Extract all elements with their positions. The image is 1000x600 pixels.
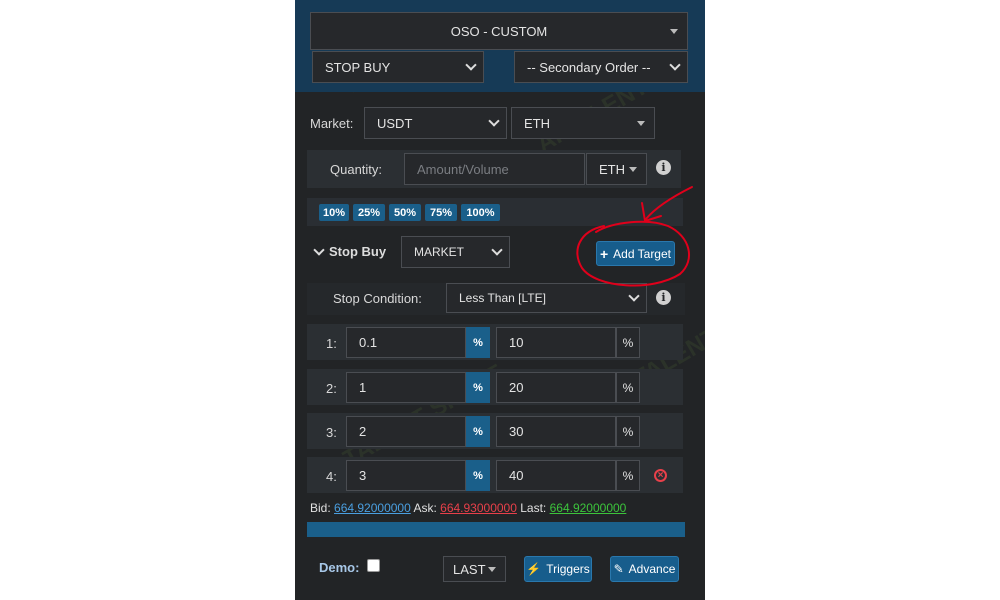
market-base-select[interactable]: USDT	[364, 107, 507, 139]
target-unit-button[interactable]: %	[466, 327, 490, 358]
demo-label: Demo:	[319, 560, 360, 575]
edit-icon: ✎	[613, 562, 624, 576]
bid-price-link[interactable]: 664.92000000	[334, 501, 411, 515]
target-value-input[interactable]: 0.1	[346, 327, 466, 358]
chevron-down-icon	[491, 244, 503, 256]
target-index: 3:	[326, 425, 337, 440]
progress-bar	[307, 522, 685, 537]
chevron-down-icon	[313, 243, 325, 256]
last-price-link[interactable]: 664.92000000	[550, 501, 627, 515]
order-type-value: OSO - CUSTOM	[450, 23, 548, 39]
target-value-input[interactable]: 3	[346, 460, 466, 491]
caret-down-icon	[488, 567, 496, 572]
market-quote-select[interactable]: ETH	[511, 107, 655, 139]
target-amount-input[interactable]: 20	[496, 372, 616, 403]
stop-buy-title: Stop Buy	[329, 244, 387, 259]
target-value-input[interactable]: 2	[346, 416, 466, 447]
market-label: Market:	[310, 116, 354, 131]
target-value-input[interactable]: 1	[346, 372, 466, 403]
advance-label: Advance	[628, 562, 676, 576]
stop-condition-label: Stop Condition:	[333, 291, 422, 306]
caret-down-icon	[629, 167, 637, 172]
quantity-unit-value: ETH	[599, 161, 625, 177]
primary-order-select[interactable]: STOP BUY	[312, 51, 484, 83]
stop-condition-select[interactable]: Less Than [LTE]	[446, 283, 647, 313]
quantity-unit-dropdown[interactable]: ETH	[586, 153, 647, 185]
primary-order-value: STOP BUY	[325, 59, 391, 75]
target-amount-input[interactable]: 40	[496, 460, 616, 491]
triggers-button[interactable]: ⚡ Triggers	[524, 556, 592, 582]
price-source-dropdown[interactable]: LAST	[443, 556, 506, 582]
target-unit-button[interactable]: %	[466, 460, 490, 491]
target-index: 1:	[326, 336, 337, 351]
target-amount-unit: %	[616, 416, 640, 447]
percent-button-100[interactable]: 100%	[461, 204, 500, 221]
stop-buy-toggle[interactable]: Stop Buy	[313, 243, 387, 259]
target-amount-input[interactable]: 10	[496, 327, 616, 358]
ask-price-link[interactable]: 664.93000000	[440, 501, 517, 515]
ask-label: Ask:	[413, 501, 437, 515]
secondary-order-select[interactable]: -- Secondary Order --	[514, 51, 688, 83]
target-amount-input[interactable]: 30	[496, 416, 616, 447]
order-panel: AI TALENT SPACE AI TALENT SPACE AI TALEN…	[295, 0, 705, 600]
quantity-label: Quantity:	[330, 162, 383, 177]
stop-type-value: MARKET	[414, 245, 465, 259]
bid-label: Bid:	[310, 501, 331, 515]
market-quote-value: ETH	[524, 115, 550, 131]
target-unit-button[interactable]: %	[466, 416, 490, 447]
triggers-label: Triggers	[546, 562, 590, 576]
bolt-icon: ⚡	[526, 562, 542, 576]
advance-button[interactable]: ✎ Advance	[610, 556, 679, 582]
percent-button-50[interactable]: 50%	[389, 204, 421, 221]
price-source-value: LAST	[453, 561, 486, 577]
chevron-down-icon	[669, 59, 681, 71]
target-unit-button[interactable]: %	[466, 372, 490, 403]
stop-condition-value: Less Than [LTE]	[459, 291, 546, 305]
plus-icon: +	[599, 245, 609, 262]
secondary-order-value: -- Secondary Order --	[527, 59, 651, 75]
add-target-label: Add Target	[613, 246, 671, 261]
demo-checkbox[interactable]	[367, 559, 380, 572]
market-base-value: USDT	[377, 115, 413, 131]
target-index: 4:	[326, 469, 337, 484]
percent-button-75[interactable]: 75%	[425, 204, 457, 221]
last-label: Last:	[520, 501, 547, 515]
quantity-input[interactable]: Amount/Volume	[404, 153, 585, 185]
chevron-down-icon	[628, 290, 640, 302]
chevron-down-icon	[465, 59, 477, 71]
info-icon[interactable]: i	[656, 160, 671, 175]
percent-button-25[interactable]: 25%	[353, 204, 385, 221]
remove-target-icon[interactable]: ×	[654, 469, 667, 482]
target-amount-unit: %	[616, 460, 640, 491]
order-type-select[interactable]: OSO - CUSTOM	[310, 12, 688, 50]
chevron-down-icon	[488, 115, 500, 127]
target-index: 2:	[326, 381, 337, 396]
info-icon[interactable]: i	[656, 290, 671, 305]
add-target-button[interactable]: + Add Target	[596, 241, 675, 266]
caret-down-icon	[670, 29, 678, 34]
stop-type-select[interactable]: MARKET	[401, 236, 510, 268]
caret-down-icon	[637, 121, 645, 126]
percent-button-10[interactable]: 10%	[319, 204, 349, 221]
target-amount-unit: %	[616, 372, 640, 403]
price-ticker: Bid: 664.92000000 Ask: 664.93000000 Last…	[310, 501, 626, 515]
target-amount-unit: %	[616, 327, 640, 358]
